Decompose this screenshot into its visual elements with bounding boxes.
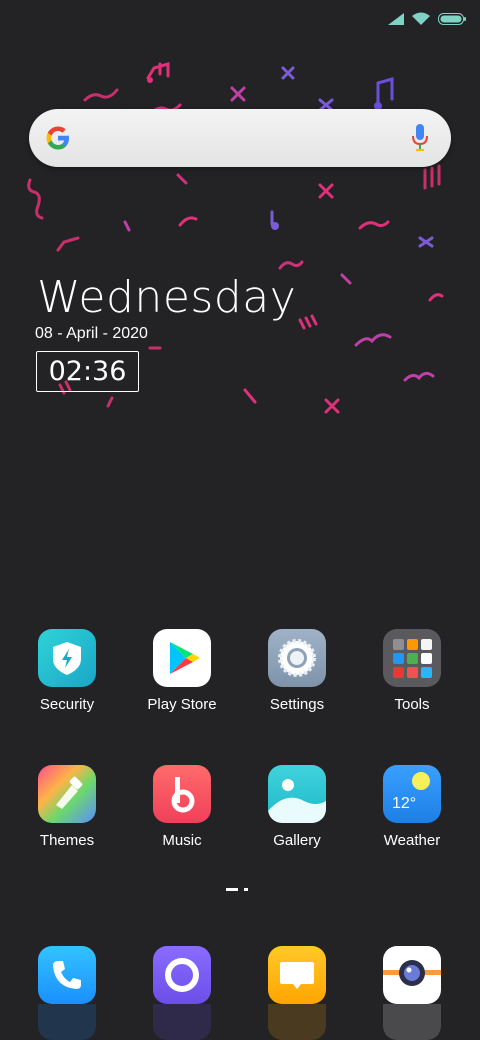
google-g-icon <box>46 126 69 150</box>
app-gallery[interactable]: Gallery <box>247 765 347 849</box>
dock-messaging[interactable] <box>132 946 232 1004</box>
app-label: Play Store <box>147 696 217 713</box>
gallery-icon <box>268 765 326 823</box>
app-label: Security <box>39 696 95 713</box>
weekday-label: Wednesday <box>37 272 297 323</box>
date-label: 08 - April - 2020 <box>35 325 148 342</box>
paintbrush-icon <box>38 765 96 823</box>
dock-camera[interactable] <box>362 946 462 1004</box>
battery-icon <box>438 12 466 25</box>
dock-phone[interactable] <box>17 946 117 1004</box>
google-search-bar[interactable] <box>29 109 451 167</box>
app-music[interactable]: Music <box>132 765 232 849</box>
microphone-icon[interactable] <box>411 123 429 153</box>
dock-reflection <box>38 1004 96 1040</box>
play-store-icon <box>153 629 211 687</box>
phone-icon <box>38 946 96 1004</box>
app-tools-folder[interactable]: Tools <box>362 629 462 713</box>
status-bar <box>388 12 466 25</box>
wifi-icon <box>412 12 430 25</box>
dock-reflection <box>383 1004 441 1040</box>
dock-reflection <box>153 1004 211 1040</box>
page-indicator <box>226 888 248 891</box>
app-label: Music <box>162 832 202 849</box>
dock-messages[interactable] <box>247 946 347 1004</box>
app-themes[interactable]: Themes <box>17 765 117 849</box>
messaging-icon <box>153 946 211 1004</box>
signal-icon <box>388 12 404 25</box>
app-label: Themes <box>39 832 95 849</box>
app-play-store[interactable]: Play Store <box>132 629 232 713</box>
app-label: Gallery <box>273 832 321 849</box>
gear-icon <box>268 629 326 687</box>
page-dot <box>244 888 248 891</box>
app-label: Weather <box>383 832 441 849</box>
camera-icon <box>383 946 441 1004</box>
app-label: Tools <box>394 696 430 713</box>
dock-reflection <box>268 1004 326 1040</box>
app-security[interactable]: Security <box>17 629 117 713</box>
app-settings[interactable]: Settings <box>247 629 347 713</box>
clock-time[interactable]: 02:36 <box>36 351 139 392</box>
messages-icon <box>268 946 326 1004</box>
weather-temperature: 12° <box>392 795 417 812</box>
weather-icon: 12° <box>383 765 441 823</box>
folder-icon <box>383 629 441 687</box>
app-label: Settings <box>269 696 325 713</box>
music-icon <box>153 765 211 823</box>
app-weather[interactable]: 12° Weather <box>362 765 462 849</box>
page-dot-active <box>226 888 238 891</box>
shield-icon <box>38 629 96 687</box>
